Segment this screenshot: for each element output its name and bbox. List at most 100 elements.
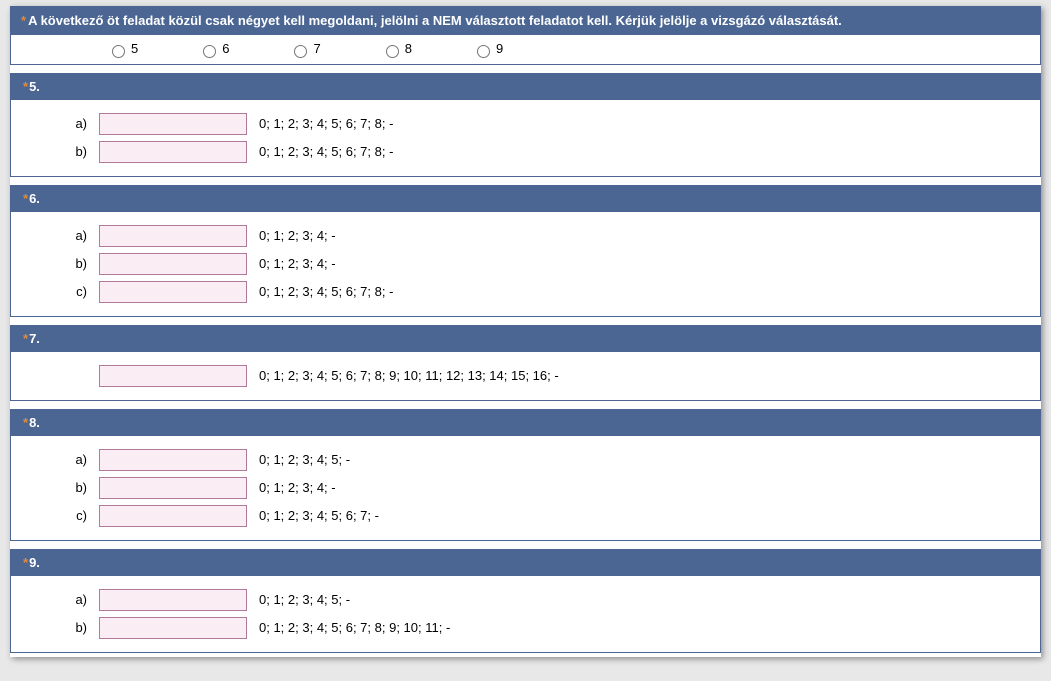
input-cell — [93, 278, 253, 306]
subtask-label: a) — [11, 110, 93, 138]
allowed-values: 0; 1; 2; 3; 4; 5; 6; 7; - — [253, 502, 385, 530]
task-rows: a) 0; 1; 2; 3; 4; 5; - b) 0; 1; 2; 3; 4; 5;… — [11, 586, 456, 642]
task-row: a) 0; 1; 2; 3; 4; 5; 6; 7; 8; - — [11, 110, 399, 138]
task-body-6: a)0; 1; 2; 3; 4; -b) 0; 1; 2; 3; 4; - c) 0;… — [10, 212, 1041, 317]
input-cell — [93, 250, 253, 278]
skip-radio-label: 8 — [405, 41, 412, 56]
task-title: 7. — [29, 331, 40, 346]
task-row: c) 0; 1; 2; 3; 4; 5; 6; 7; 8; - — [11, 278, 399, 306]
task-body-9: a) 0; 1; 2; 3; 4; 5; - b) 0; 1; 2; 3; 4; 5;… — [10, 576, 1041, 653]
input-cell — [93, 502, 253, 530]
task-title: 6. — [29, 191, 40, 206]
score-input[interactable] — [99, 113, 247, 135]
skip-radio-label: 9 — [496, 41, 503, 56]
allowed-values: 0; 1; 2; 3; 4; 5; - — [253, 446, 385, 474]
subtask-label: b) — [11, 138, 93, 166]
score-input[interactable] — [99, 617, 247, 639]
task-body-5: a) 0; 1; 2; 3; 4; 5; 6; 7; 8; - b) 0; 1; 2;… — [10, 100, 1041, 177]
skip-option-5[interactable]: 5 — [107, 41, 138, 58]
allowed-values: 0; 1; 2; 3; 4; 5; 6; 7; 8; 9; 10; 11; 12… — [253, 362, 565, 390]
task-row: a)0; 1; 2; 3; 4; - — [11, 222, 399, 250]
task-header-5: *5. — [10, 73, 1041, 100]
task-block-7: *7. 0; 1; 2; 3; 4; 5; 6; 7; 8; 9; 10; 11;… — [10, 325, 1041, 401]
input-cell — [93, 362, 253, 390]
task-title: 8. — [29, 415, 40, 430]
task-block-9: *9. a) 0; 1; 2; 3; 4; 5; - b) 0; 1; 2; 3; 4;… — [10, 549, 1041, 653]
task-header-7: *7. — [10, 325, 1041, 352]
skip-radio-9[interactable] — [477, 45, 490, 58]
allowed-values: 0; 1; 2; 3; 4; 5; 6; 7; 8; - — [253, 138, 399, 166]
task-blocks: *5.a)0; 1; 2; 3; 4; 5; 6; 7; 8; -b)0; 1;… — [10, 73, 1041, 653]
input-cell — [93, 586, 253, 614]
subtask-label: a) — [11, 222, 93, 250]
skip-option-6[interactable]: 6 — [198, 41, 229, 58]
task-row: a) 0; 1; 2; 3; 4; 5; - — [11, 586, 456, 614]
subtask-label: c) — [11, 278, 93, 306]
skip-radio-7[interactable] — [294, 45, 307, 58]
required-asterisk: * — [21, 13, 26, 28]
allowed-values: 0; 1; 2; 3; 4; 5; 6; 7; 8; - — [253, 110, 399, 138]
exam-form: *A következő öt feladat közül csak négye… — [10, 6, 1041, 657]
allowed-values: 0; 1; 2; 3; 4; - — [253, 250, 399, 278]
allowed-values: 0; 1; 2; 3; 4; 5; - — [253, 586, 456, 614]
skip-choice-bar: 5 6 7 8 9 — [10, 35, 1041, 65]
score-input[interactable] — [99, 225, 247, 247]
intro-header: *A következő öt feladat közül csak négye… — [10, 6, 1041, 35]
skip-option-9[interactable]: 9 — [472, 41, 503, 58]
score-input[interactable] — [99, 477, 247, 499]
skip-radio-label: 5 — [131, 41, 138, 56]
task-header-8: *8. — [10, 409, 1041, 436]
score-input[interactable] — [99, 365, 247, 387]
intro-text: A következő öt feladat közül csak négyet… — [28, 13, 842, 28]
skip-option-8[interactable]: 8 — [381, 41, 412, 58]
task-title: 5. — [29, 79, 40, 94]
skip-radio-label: 7 — [313, 41, 320, 56]
skip-radio-label: 6 — [222, 41, 229, 56]
subtask-label: c) — [11, 502, 93, 530]
required-asterisk: * — [23, 191, 28, 206]
input-cell — [93, 614, 253, 642]
task-rows: a)0; 1; 2; 3; 4; -b) 0; 1; 2; 3; 4; - c) 0;… — [11, 222, 399, 306]
subtask-label: b) — [11, 614, 93, 642]
task-row: b) 0; 1; 2; 3; 4; - — [11, 474, 385, 502]
allowed-values: 0; 1; 2; 3; 4; 5; 6; 7; 8; 9; 10; 11; - — [253, 614, 456, 642]
input-cell — [93, 138, 253, 166]
task-header-9: *9. — [10, 549, 1041, 576]
input-cell — [93, 222, 253, 250]
subtask-label: a) — [11, 586, 93, 614]
task-rows: a) 0; 1; 2; 3; 4; 5; 6; 7; 8; - b) 0; 1; 2;… — [11, 110, 399, 166]
task-row: c) 0; 1; 2; 3; 4; 5; 6; 7; - — [11, 502, 385, 530]
task-row: b) 0; 1; 2; 3; 4; 5; 6; 7; 8; - — [11, 138, 399, 166]
task-rows: 0; 1; 2; 3; 4; 5; 6; 7; 8; 9; 10; 11; 12… — [11, 362, 565, 390]
required-asterisk: * — [23, 79, 28, 94]
score-input[interactable] — [99, 589, 247, 611]
allowed-values: 0; 1; 2; 3; 4; - — [253, 474, 385, 502]
task-row: 0; 1; 2; 3; 4; 5; 6; 7; 8; 9; 10; 11; 12… — [11, 362, 565, 390]
skip-radio-8[interactable] — [386, 45, 399, 58]
score-input[interactable] — [99, 449, 247, 471]
task-block-5: *5. a) 0; 1; 2; 3; 4; 5; 6; 7; 8; - b) 0; 1;… — [10, 73, 1041, 177]
task-body-8: a)0; 1; 2; 3; 4; 5; -b)0; 1; 2; 3; 4; -c… — [10, 436, 1041, 541]
score-input[interactable] — [99, 505, 247, 527]
skip-radio-5[interactable] — [112, 45, 125, 58]
task-row: a) 0; 1; 2; 3; 4; 5; - — [11, 446, 385, 474]
task-row: b) 0; 1; 2; 3; 4; - — [11, 250, 399, 278]
allowed-values: 0; 1; 2; 3; 4; 5; 6; 7; 8; - — [253, 278, 399, 306]
input-cell — [93, 474, 253, 502]
required-asterisk: * — [23, 415, 28, 430]
input-cell — [93, 446, 253, 474]
task-row: b) 0; 1; 2; 3; 4; 5; 6; 7; 8; 9; 10; 11; … — [11, 614, 456, 642]
subtask-label: b) — [11, 250, 93, 278]
task-body-7: 0; 1; 2; 3; 4; 5; 6; 7; 8; 9; 10; 11; 12… — [10, 352, 1041, 401]
score-input[interactable] — [99, 253, 247, 275]
input-cell — [93, 110, 253, 138]
required-asterisk: * — [23, 331, 28, 346]
skip-radio-6[interactable] — [203, 45, 216, 58]
subtask-label: b) — [11, 474, 93, 502]
score-input[interactable] — [99, 141, 247, 163]
task-header-6: *6. — [10, 185, 1041, 212]
score-input[interactable] — [99, 281, 247, 303]
subtask-label: a) — [11, 446, 93, 474]
task-block-6: *6.a)0; 1; 2; 3; 4; -b)0; 1; 2; 3; 4; -c… — [10, 185, 1041, 317]
skip-option-7[interactable]: 7 — [289, 41, 320, 58]
